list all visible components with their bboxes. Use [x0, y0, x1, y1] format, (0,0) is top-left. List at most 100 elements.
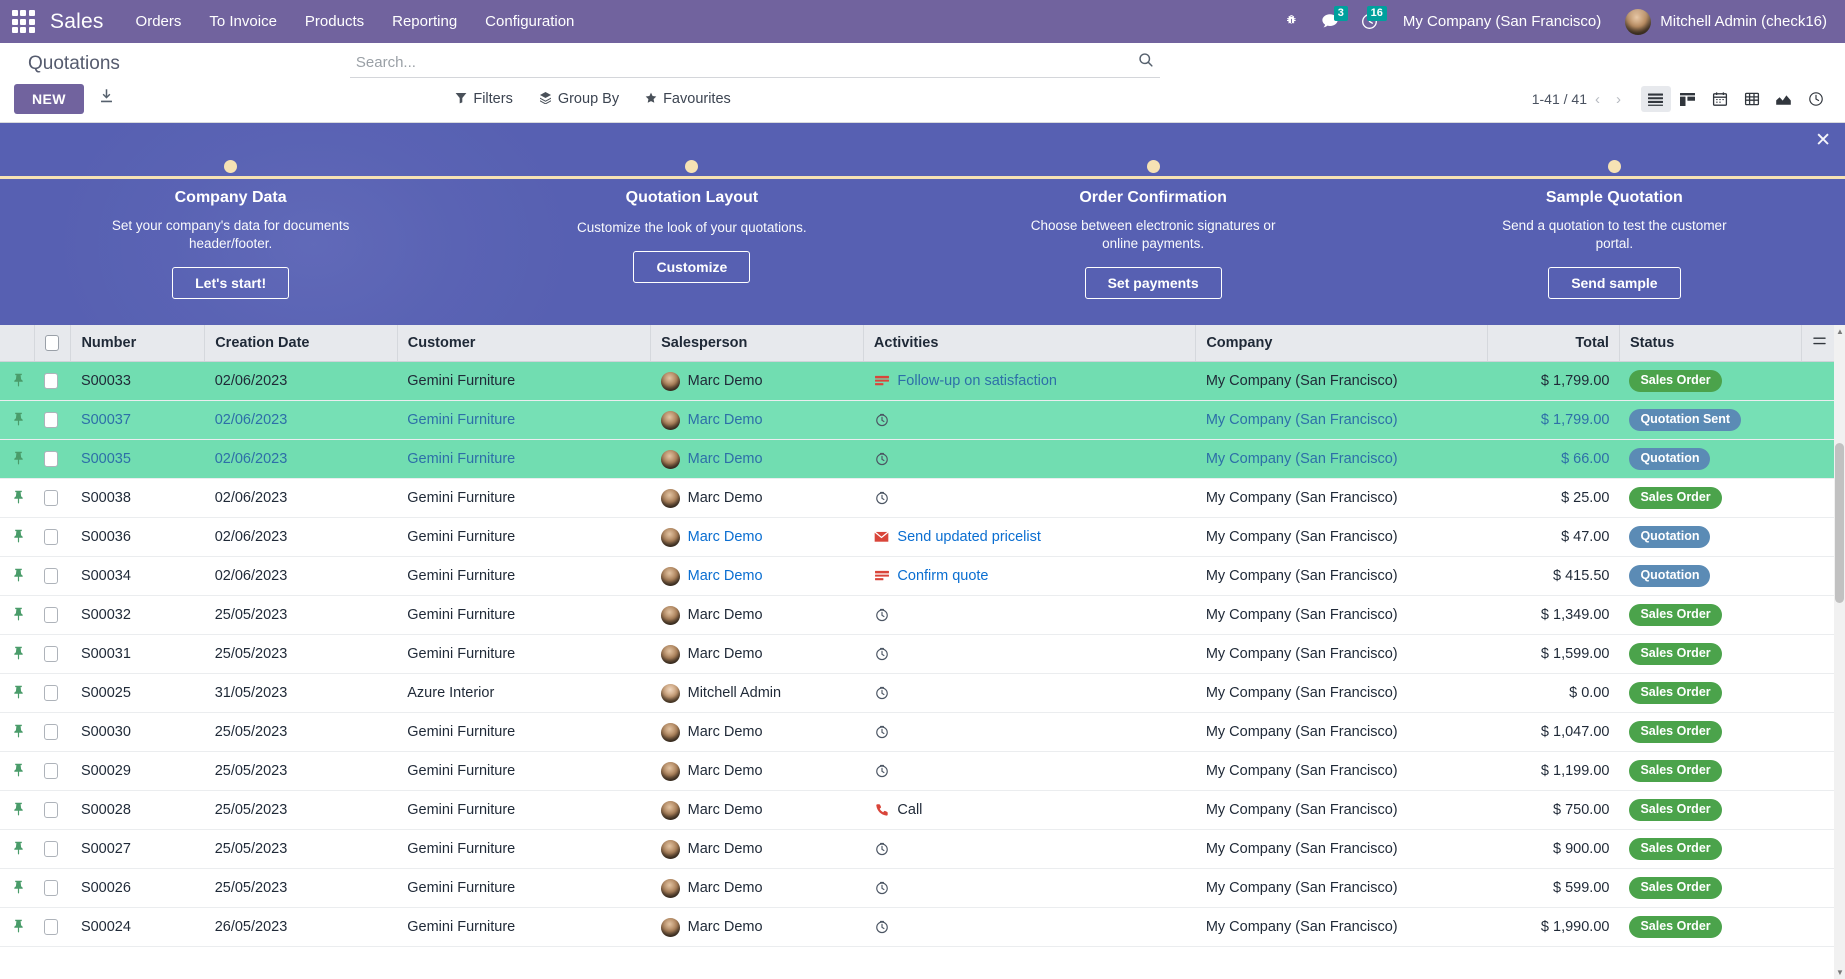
row-checkbox-cell[interactable]: [34, 907, 71, 947]
pin-icon[interactable]: [0, 829, 35, 869]
header-select-all[interactable]: [34, 325, 72, 362]
clock-icon[interactable]: [873, 764, 890, 778]
cell-activities[interactable]: [863, 595, 1196, 635]
pager-next-button[interactable]: ›: [1608, 89, 1629, 110]
row-checkbox[interactable]: [44, 646, 59, 663]
header-number[interactable]: Number: [70, 325, 206, 362]
lets-start-button[interactable]: Let's start!: [172, 266, 290, 299]
cell-number[interactable]: S00032: [70, 595, 205, 635]
row-checkbox-cell[interactable]: [34, 751, 71, 791]
header-total[interactable]: Total: [1487, 325, 1620, 362]
table-row[interactable]: S00037 02/06/2023 Gemini Furniture Marc Dem…: [0, 400, 1845, 440]
table-row[interactable]: S00026 25/05/2023 Gemini Furniture Marc Dem…: [0, 868, 1845, 908]
new-button[interactable]: NEW: [14, 84, 84, 114]
set-payments-button[interactable]: Set payments: [1084, 266, 1222, 299]
menu-orders[interactable]: Orders: [122, 0, 196, 43]
header-status[interactable]: Status: [1619, 325, 1803, 362]
list-red-icon[interactable]: [873, 375, 890, 388]
pivot-view-button[interactable]: [1737, 86, 1767, 112]
menu-to-invoice[interactable]: To Invoice: [195, 0, 291, 43]
phone-red-icon[interactable]: [873, 803, 890, 817]
table-row[interactable]: S00031 25/05/2023 Gemini Furniture Marc Dem…: [0, 634, 1845, 674]
row-checkbox[interactable]: [44, 685, 59, 702]
row-checkbox[interactable]: [44, 451, 59, 468]
cell-activities[interactable]: [863, 751, 1196, 791]
row-checkbox-cell[interactable]: [34, 673, 71, 713]
pin-icon[interactable]: [0, 556, 35, 596]
row-checkbox-cell[interactable]: [34, 400, 71, 440]
table-row[interactable]: S00027 25/05/2023 Gemini Furniture Marc Dem…: [0, 829, 1845, 869]
cell-number[interactable]: S00031: [70, 634, 205, 674]
pin-icon[interactable]: [0, 595, 35, 635]
cell-activities[interactable]: [863, 400, 1196, 440]
table-row[interactable]: S00036 02/06/2023 Gemini Furniture Marc Dem…: [0, 517, 1845, 557]
kanban-view-button[interactable]: [1673, 86, 1703, 112]
filters-dropdown[interactable]: Filters: [455, 91, 513, 107]
cell-activities[interactable]: Confirm quote: [863, 556, 1196, 596]
pin-icon[interactable]: [0, 478, 35, 518]
clock-icon[interactable]: [873, 413, 890, 427]
cell-activities[interactable]: [863, 907, 1196, 947]
pin-icon[interactable]: [0, 907, 35, 947]
scrollbar-thumb[interactable]: [1835, 443, 1844, 603]
row-checkbox[interactable]: [44, 373, 59, 390]
table-row[interactable]: S00038 02/06/2023 Gemini Furniture Marc Dem…: [0, 478, 1845, 518]
clock-icon[interactable]: [873, 608, 890, 622]
row-checkbox-cell[interactable]: [34, 595, 71, 635]
messages-button[interactable]: 3: [1312, 0, 1348, 43]
table-row[interactable]: S00028 25/05/2023 Gemini Furniture Marc Dem…: [0, 790, 1845, 830]
row-checkbox-cell[interactable]: [34, 556, 71, 596]
clock-icon[interactable]: [873, 881, 890, 895]
menu-products[interactable]: Products: [291, 0, 378, 43]
header-activities[interactable]: Activities: [863, 325, 1197, 362]
row-checkbox[interactable]: [44, 763, 59, 780]
clock-icon[interactable]: [873, 647, 890, 661]
vertical-scrollbar[interactable]: ▲ ▼: [1834, 325, 1845, 979]
row-checkbox[interactable]: [44, 529, 59, 546]
cell-number[interactable]: S00038: [70, 478, 205, 518]
row-checkbox-cell[interactable]: [34, 478, 71, 518]
cell-activities[interactable]: Call: [863, 790, 1196, 830]
pin-icon[interactable]: [0, 868, 35, 908]
activities-button[interactable]: 16: [1352, 0, 1387, 43]
clock-icon[interactable]: [873, 686, 890, 700]
row-checkbox[interactable]: [44, 919, 59, 936]
app-brand-sales[interactable]: Sales: [44, 10, 122, 34]
pin-icon[interactable]: [0, 400, 35, 440]
search-input[interactable]: [351, 52, 1134, 73]
table-row[interactable]: S00024 26/05/2023 Gemini Furniture Marc Dem…: [0, 907, 1845, 947]
mail-red-icon[interactable]: [873, 531, 890, 543]
table-row[interactable]: S00029 25/05/2023 Gemini Furniture Marc Dem…: [0, 751, 1845, 791]
pin-icon[interactable]: [0, 361, 35, 401]
row-checkbox[interactable]: [44, 880, 59, 897]
scroll-up-icon[interactable]: ▲: [1836, 327, 1844, 336]
table-row[interactable]: S00032 25/05/2023 Gemini Furniture Marc Dem…: [0, 595, 1845, 635]
cell-number[interactable]: S00028: [70, 790, 205, 830]
search-bar[interactable]: [349, 49, 1160, 78]
menu-reporting[interactable]: Reporting: [378, 0, 471, 43]
cell-activities[interactable]: [863, 673, 1196, 713]
table-row[interactable]: S00034 02/06/2023 Gemini Furniture Marc Dem…: [0, 556, 1845, 596]
table-row[interactable]: S00035 02/06/2023 Gemini Furniture Marc Dem…: [0, 439, 1845, 479]
row-checkbox-cell[interactable]: [34, 439, 71, 479]
menu-configuration[interactable]: Configuration: [471, 0, 588, 43]
row-checkbox[interactable]: [44, 607, 59, 624]
cell-number[interactable]: S00026: [70, 868, 205, 908]
cell-activities[interactable]: [863, 439, 1196, 479]
row-checkbox-cell[interactable]: [34, 868, 71, 908]
search-icon[interactable]: [1134, 52, 1158, 73]
row-checkbox-cell[interactable]: [34, 712, 71, 752]
pin-icon[interactable]: [0, 751, 35, 791]
cell-activities[interactable]: Send updated pricelist: [863, 517, 1196, 557]
cell-activities[interactable]: [863, 868, 1196, 908]
cell-number[interactable]: S00029: [70, 751, 205, 791]
cell-number[interactable]: S00033: [70, 361, 205, 401]
header-creation-date[interactable]: Creation Date: [204, 325, 398, 362]
row-checkbox-cell[interactable]: [34, 517, 71, 557]
cell-activities[interactable]: [863, 478, 1196, 518]
row-checkbox-cell[interactable]: [34, 361, 71, 401]
table-row[interactable]: S00033 02/06/2023 Gemini Furniture Marc Dem…: [0, 361, 1845, 401]
cell-activities[interactable]: [863, 634, 1196, 674]
row-checkbox-cell[interactable]: [34, 790, 71, 830]
clock-icon[interactable]: [873, 842, 890, 856]
